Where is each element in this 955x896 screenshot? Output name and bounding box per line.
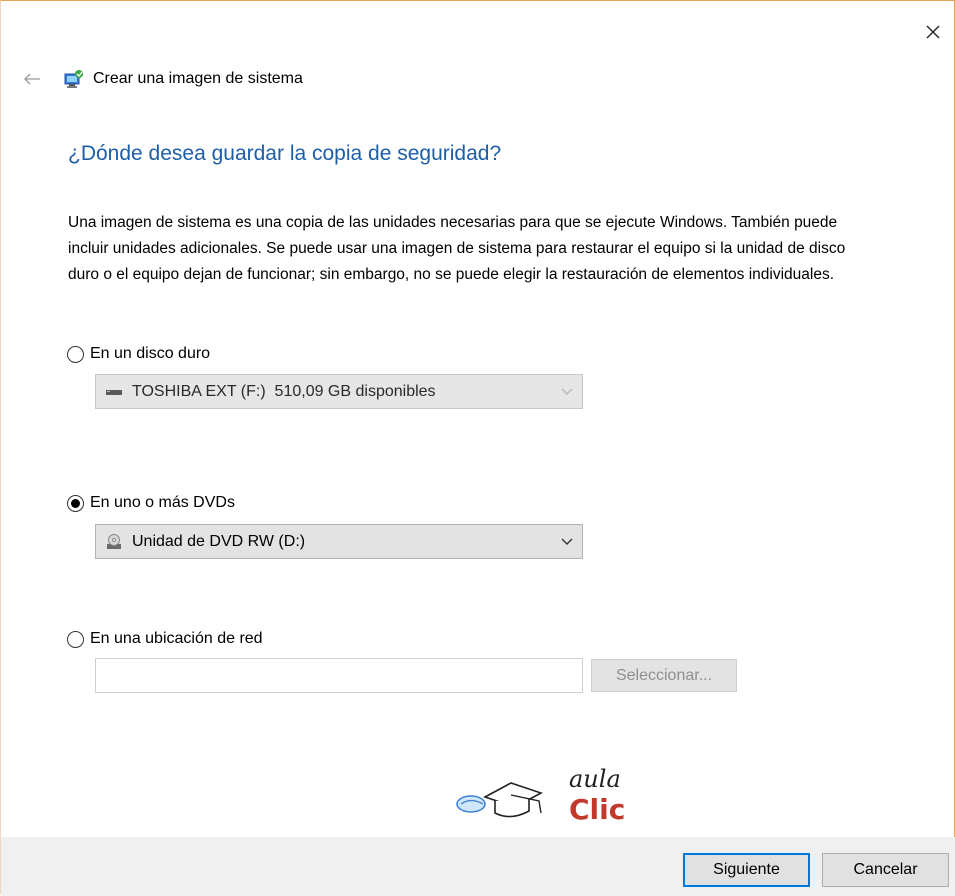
radio-label-dvd: En uno o más DVDs — [90, 494, 235, 511]
page-heading: ¿Dónde desea guardar la copia de segurid… — [68, 142, 502, 165]
dialog-footer — [1, 837, 955, 896]
aulaclic-logo: aula Clic — [449, 761, 639, 831]
logo-text-top: aula — [569, 765, 621, 793]
radio-dvd[interactable]: En uno o más DVDs — [67, 494, 235, 512]
external-drive-icon — [104, 383, 124, 401]
backup-app-icon — [63, 68, 85, 90]
back-arrow-icon — [24, 73, 40, 85]
radio-hard-disk[interactable]: En un disco duro — [67, 345, 210, 363]
radio-button-dvd[interactable] — [67, 494, 84, 512]
navigation-bar: Crear una imagen de sistema — [21, 65, 303, 93]
select-network-button[interactable]: Seleccionar... — [591, 659, 737, 692]
dvd-dropdown[interactable]: Unidad de DVD RW (D:) — [95, 524, 583, 559]
radio-label-hard-disk: En un disco duro — [90, 345, 211, 362]
dvd-dropdown-value: Unidad de DVD RW (D:) — [132, 532, 306, 550]
hard-disk-dropdown-value: TOSHIBA EXT (F:) 510,09 GB disponibles — [132, 382, 436, 400]
radio-button-hard-disk[interactable] — [67, 345, 84, 363]
window-title: Crear una imagen de sistema — [93, 70, 303, 87]
hard-disk-dropdown[interactable]: TOSHIBA EXT (F:) 510,09 GB disponibles — [95, 374, 583, 409]
close-icon — [926, 25, 940, 39]
chevron-down-icon — [561, 538, 573, 545]
radio-button-network[interactable] — [67, 630, 84, 648]
cancel-button[interactable]: Cancelar — [822, 853, 949, 887]
logo-text-bottom: Clic — [569, 793, 625, 826]
dvd-drive-icon — [104, 533, 124, 551]
description-text: Una imagen de sistema es una copia de la… — [68, 214, 846, 283]
network-location-input[interactable] — [95, 658, 583, 693]
next-button[interactable]: Siguiente — [683, 853, 810, 887]
radio-network[interactable]: En una ubicación de red — [67, 630, 263, 648]
radio-label-network: En una ubicación de red — [90, 630, 263, 647]
close-button[interactable] — [918, 17, 948, 47]
back-button[interactable] — [21, 68, 43, 90]
dialog-window: Crear una imagen de sistema ¿Dónde desea… — [0, 0, 955, 896]
chevron-down-icon — [561, 388, 573, 395]
